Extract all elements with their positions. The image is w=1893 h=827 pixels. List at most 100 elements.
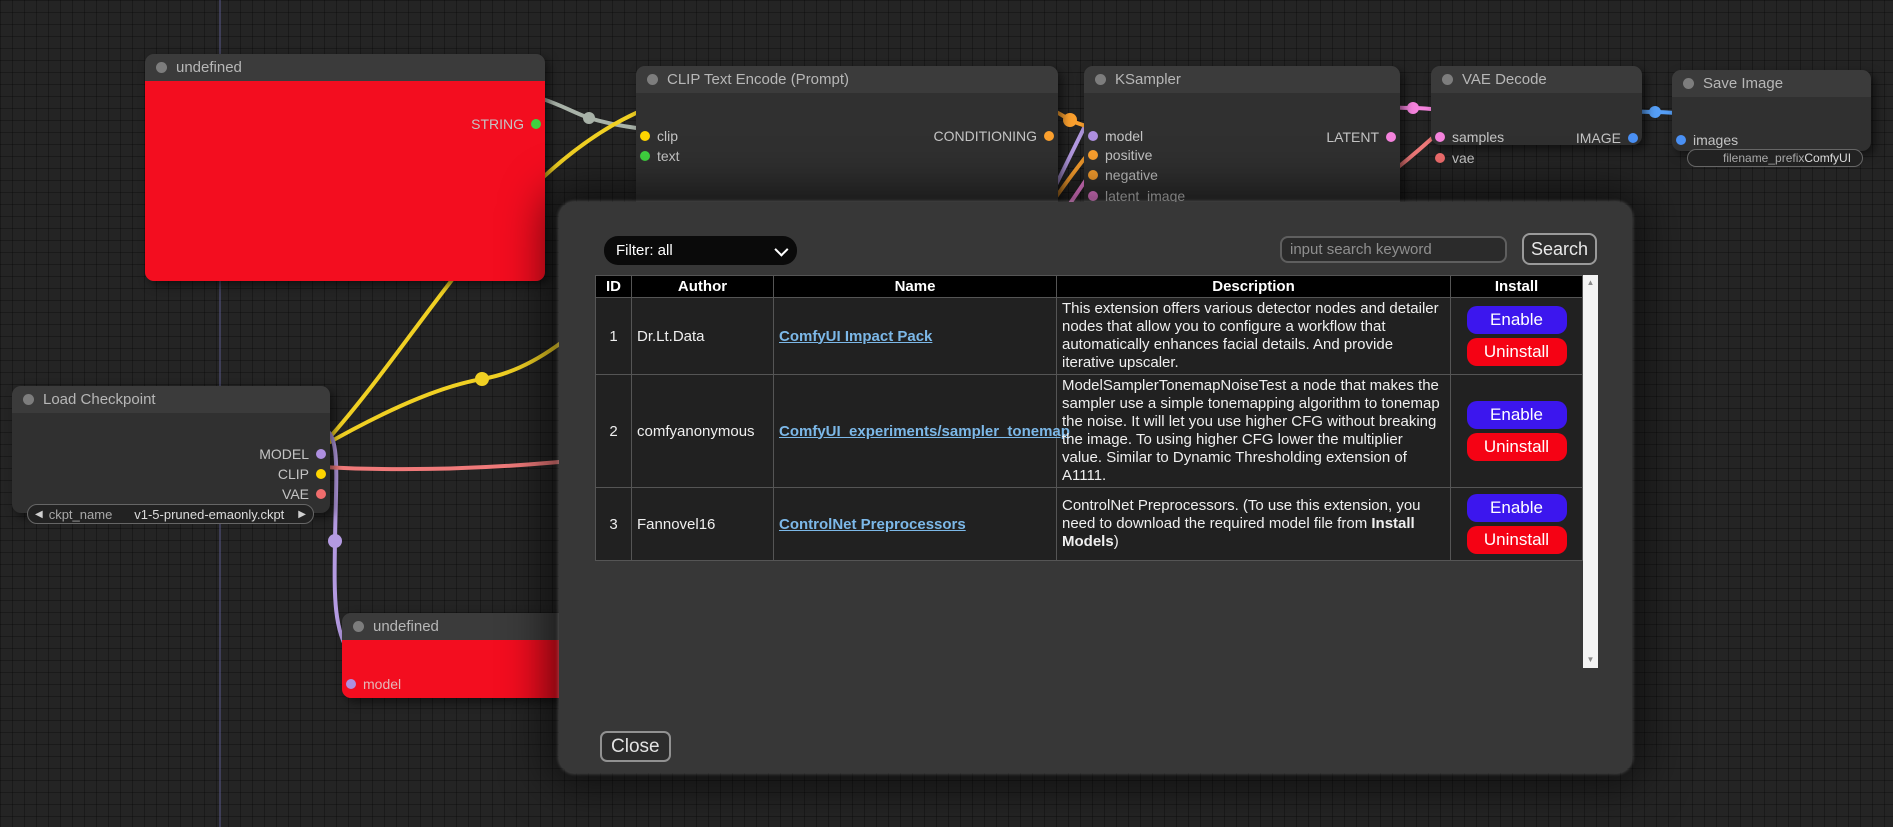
close-button[interactable]: Close: [600, 731, 671, 762]
node-load-checkpoint[interactable]: Load Checkpoint MODEL CLIP VAE ◀ ckpt_na…: [12, 386, 330, 513]
node-status-dot: [353, 621, 364, 632]
widget-value: v1-5-pruned-emaonly.ckpt: [134, 507, 284, 522]
reroute-dot-image[interactable]: [1649, 106, 1661, 118]
enable-button[interactable]: Enable: [1467, 306, 1567, 334]
node-status-dot: [156, 62, 167, 73]
cell-id: 3: [596, 488, 632, 561]
port-label-conditioning: CONDITIONING: [934, 128, 1037, 144]
uninstall-button[interactable]: Uninstall: [1467, 433, 1567, 461]
node-title-bar: Load Checkpoint: [12, 386, 330, 413]
input-port-negative[interactable]: [1088, 170, 1098, 180]
input-port-samples[interactable]: [1435, 132, 1445, 142]
cell-description: ModelSamplerTonemapNoiseTest a node that…: [1057, 375, 1451, 488]
output-port-model[interactable]: [316, 449, 326, 459]
node-body: MODEL CLIP VAE ◀ ckpt_name v1-5-pruned-e…: [12, 413, 330, 513]
input-port-positive[interactable]: [1088, 150, 1098, 160]
reroute-dot-conditioning[interactable]: [1063, 113, 1077, 127]
cell-author: comfyanonymous: [632, 375, 774, 488]
output-port-string[interactable]: [531, 119, 541, 129]
widget-arrow-right-icon[interactable]: ▶: [298, 509, 306, 520]
node-vae-decode[interactable]: VAE Decode samples vae IMAGE: [1431, 66, 1642, 145]
header-name: Name: [774, 276, 1057, 298]
port-label-negative: negative: [1105, 167, 1158, 183]
extension-manager-dialog: Filter: all Search ID Author Name Descri…: [559, 202, 1632, 773]
cell-description: This extension offers various detector n…: [1057, 298, 1451, 375]
input-port-model[interactable]: [1088, 131, 1098, 141]
output-port-vae[interactable]: [316, 489, 326, 499]
table-row: 1 Dr.Lt.Data ComfyUI Impact Pack This ex…: [596, 298, 1583, 375]
filter-dropdown-label: Filter: all: [616, 242, 673, 259]
node-title: KSampler: [1115, 71, 1181, 88]
node-save-image[interactable]: Save Image images filename_prefix ComfyU…: [1672, 70, 1871, 151]
table-row: 3 Fannovel16 ControlNet Preprocessors Co…: [596, 488, 1583, 561]
output-port-latent[interactable]: [1386, 132, 1396, 142]
port-label-positive: positive: [1105, 147, 1152, 163]
extension-link[interactable]: ComfyUI_experiments/sampler_tonemap: [779, 423, 1070, 440]
uninstall-button[interactable]: Uninstall: [1467, 338, 1567, 366]
node-body: STRING: [145, 81, 545, 281]
header-id: ID: [596, 276, 632, 298]
cell-name: ComfyUI_experiments/sampler_tonemap: [774, 375, 1057, 488]
input-port-model[interactable]: [346, 679, 356, 689]
node-ksampler[interactable]: KSampler model positive negative latent_…: [1084, 66, 1400, 211]
cell-author: Dr.Lt.Data: [632, 298, 774, 375]
search-button[interactable]: Search: [1522, 233, 1597, 265]
node-title: CLIP Text Encode (Prompt): [667, 71, 849, 88]
port-label-vae: vae: [1452, 150, 1475, 166]
node-status-dot: [1683, 78, 1694, 89]
output-port-conditioning[interactable]: [1044, 131, 1054, 141]
scroll-down-icon[interactable]: ▼: [1583, 655, 1598, 665]
output-port-clip[interactable]: [316, 469, 326, 479]
uninstall-button[interactable]: Uninstall: [1467, 526, 1567, 554]
input-port-text[interactable]: [640, 151, 650, 161]
extension-link[interactable]: ComfyUI Impact Pack: [779, 328, 932, 345]
header-author: Author: [632, 276, 774, 298]
port-label-latent: LATENT: [1326, 129, 1379, 145]
cell-name: ComfyUI Impact Pack: [774, 298, 1057, 375]
port-label-clip: clip: [657, 128, 678, 144]
input-port-latent-image[interactable]: [1088, 191, 1098, 201]
node-title: undefined: [176, 59, 242, 76]
cell-install: Enable Uninstall: [1451, 298, 1583, 375]
node-body: samples vae IMAGE: [1431, 93, 1642, 145]
widget-label: ckpt_name: [49, 507, 113, 522]
reroute-dot-model[interactable]: [328, 534, 342, 548]
input-port-clip[interactable]: [640, 131, 650, 141]
enable-button[interactable]: Enable: [1467, 401, 1567, 429]
input-port-images[interactable]: [1676, 135, 1686, 145]
input-port-vae[interactable]: [1435, 153, 1445, 163]
chevron-down-icon: [774, 242, 788, 256]
cell-id: 2: [596, 375, 632, 488]
cell-name: ControlNet Preprocessors: [774, 488, 1057, 561]
node-title: undefined: [373, 618, 439, 635]
enable-button[interactable]: Enable: [1467, 494, 1567, 522]
filter-dropdown[interactable]: Filter: all: [604, 236, 797, 265]
port-label-model-out: MODEL: [259, 446, 309, 462]
search-input[interactable]: [1280, 236, 1507, 263]
output-port-image[interactable]: [1628, 133, 1638, 143]
extension-table-container: ID Author Name Description Install 1 Dr.…: [595, 275, 1598, 668]
node-title: VAE Decode: [1462, 71, 1547, 88]
reroute-dot-latent[interactable]: [1407, 102, 1419, 114]
reroute-dot-clip[interactable]: [475, 372, 489, 386]
ckpt-name-widget[interactable]: ◀ ckpt_name v1-5-pruned-emaonly.ckpt ▶: [27, 504, 314, 524]
filename-prefix-widget[interactable]: filename_prefix ComfyUI: [1687, 149, 1863, 167]
widget-arrow-left-icon[interactable]: ◀: [35, 509, 43, 520]
header-install: Install: [1451, 276, 1583, 298]
node-status-dot: [1095, 74, 1106, 85]
cell-description: ControlNet Preprocessors. (To use this e…: [1057, 488, 1451, 561]
reroute-dot-string[interactable]: [583, 112, 595, 124]
cell-install: Enable Uninstall: [1451, 488, 1583, 561]
extension-link[interactable]: ControlNet Preprocessors: [779, 516, 966, 533]
widget-value: ComfyUI: [1804, 151, 1851, 165]
extension-table: ID Author Name Description Install 1 Dr.…: [595, 275, 1583, 561]
port-label-model: model: [1105, 128, 1143, 144]
table-row: 2 comfyanonymous ComfyUI_experiments/sam…: [596, 375, 1583, 488]
table-scrollbar[interactable]: ▲ ▼: [1583, 275, 1598, 668]
scroll-up-icon[interactable]: ▲: [1583, 278, 1598, 288]
port-label-samples: samples: [1452, 129, 1504, 145]
node-undefined-top[interactable]: undefined STRING: [145, 54, 545, 281]
node-status-dot: [647, 74, 658, 85]
table-header-row: ID Author Name Description Install: [596, 276, 1583, 298]
node-title: Save Image: [1703, 75, 1783, 92]
